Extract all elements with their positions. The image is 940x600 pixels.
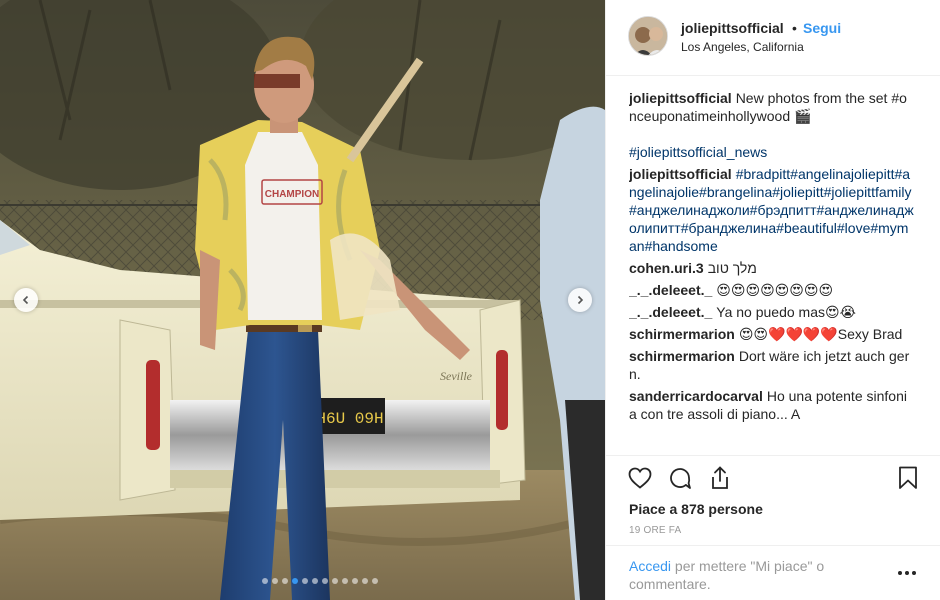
chevron-right-icon	[577, 295, 584, 305]
comment-text[interactable]: #joliepittsofficial_news	[629, 144, 767, 160]
comment-author[interactable]: sanderricardocarval	[629, 388, 763, 404]
carousel-prev-button[interactable]	[14, 288, 38, 312]
carousel-next-button[interactable]	[568, 288, 592, 312]
comment-text: 😍😍❤️❤️❤️❤️Sexy Brad	[738, 326, 903, 342]
comment-item: joliepittsofficial #bradpitt#angelinajoli…	[629, 165, 914, 255]
carousel-dot	[302, 578, 308, 584]
comment-text: מלך טוב	[707, 260, 757, 276]
comment-bubble-icon	[670, 468, 691, 489]
carousel-dot	[362, 578, 368, 584]
comment-author[interactable]: cohen.uri.3	[629, 260, 704, 276]
avatar[interactable]	[628, 16, 668, 56]
comment-author[interactable]: schirmermarion	[629, 348, 735, 364]
carousel-dot	[292, 578, 298, 584]
car-badge-text: Seville	[440, 369, 473, 383]
follow-button[interactable]: Segui	[803, 20, 841, 36]
avatar-image	[629, 17, 667, 55]
comment-button[interactable]	[666, 464, 694, 492]
likes-count[interactable]: Piace a 878 persone	[629, 501, 763, 517]
share-button[interactable]	[706, 464, 734, 492]
carousel-indicator	[262, 578, 378, 584]
comment-item: sanderricardocarval Ho una potente sinfon…	[629, 387, 914, 423]
login-prompt: Accedi per mettere "Mi piace" o commenta…	[629, 557, 879, 593]
more-options-icon	[898, 571, 916, 575]
comment-author[interactable]: _._.deleeet._	[629, 304, 712, 320]
carousel-dot	[262, 578, 268, 584]
carousel-dot	[342, 578, 348, 584]
header-separator: •	[792, 20, 797, 36]
comment-item: cohen.uri.3 מלך טוב	[629, 259, 914, 277]
bookmark-icon	[899, 466, 917, 489]
share-icon	[712, 466, 728, 489]
comment-item: joliepittsofficial New photos from the se…	[629, 89, 914, 125]
comment-text: Ya no puedo mas😍😭	[716, 304, 856, 320]
comment-text: 😍😍😍😍😍😍😍😍	[716, 282, 834, 298]
carousel-dot	[312, 578, 318, 584]
carousel-dot	[352, 578, 358, 584]
like-button[interactable]	[626, 464, 654, 492]
carousel-dot	[272, 578, 278, 584]
post-photo[interactable]: H6U 09H Seville CHAMPION	[0, 0, 605, 600]
photo-scene: H6U 09H Seville CHAMPION	[0, 0, 605, 600]
comment-item: _._.deleeet._ Ya no puedo mas😍😭	[629, 303, 914, 321]
post-actions: Piace a 878 persone 19 ORE FA	[606, 455, 940, 539]
comment-author[interactable]: joliepittsofficial	[629, 166, 732, 182]
comment-author[interactable]: joliepittsofficial	[629, 90, 732, 106]
comment-author[interactable]: _._.deleeet._	[629, 282, 712, 298]
more-options-button[interactable]	[896, 566, 918, 580]
post-author-username[interactable]: joliepittsofficial	[681, 20, 784, 36]
carousel-dot	[332, 578, 338, 584]
save-button[interactable]	[894, 464, 922, 492]
post-location[interactable]: Los Angeles, California	[681, 40, 804, 54]
comment-item: schirmermarion Dort wäre ich jetzt auch g…	[629, 347, 914, 383]
post-timestamp[interactable]: 19 ORE FA	[629, 525, 681, 536]
post-side-panel: joliepittsofficial • Segui Los Angeles, …	[605, 0, 940, 600]
carousel-dot	[322, 578, 328, 584]
carousel-dot	[282, 578, 288, 584]
heart-icon	[628, 467, 652, 489]
comment-item: #joliepittsofficial_news	[629, 143, 914, 161]
carousel-dot	[372, 578, 378, 584]
comment-author[interactable]: schirmermarion	[629, 326, 735, 342]
comment-item: schirmermarion 😍😍❤️❤️❤️❤️Sexy Brad	[629, 325, 914, 343]
post-header: joliepittsofficial • Segui Los Angeles, …	[606, 0, 940, 76]
comments-list[interactable]: joliepittsofficial New photos from the se…	[629, 89, 914, 455]
shirt-logo-text: CHAMPION	[265, 189, 319, 200]
comment-item: _._.deleeet._ 😍😍😍😍😍😍😍😍	[629, 281, 914, 299]
chevron-left-icon	[22, 295, 29, 305]
license-plate-text: H6U 09H	[316, 410, 383, 428]
comment-login-bar: Accedi per mettere "Mi piace" o commenta…	[606, 545, 940, 600]
login-link[interactable]: Accedi	[629, 558, 671, 574]
